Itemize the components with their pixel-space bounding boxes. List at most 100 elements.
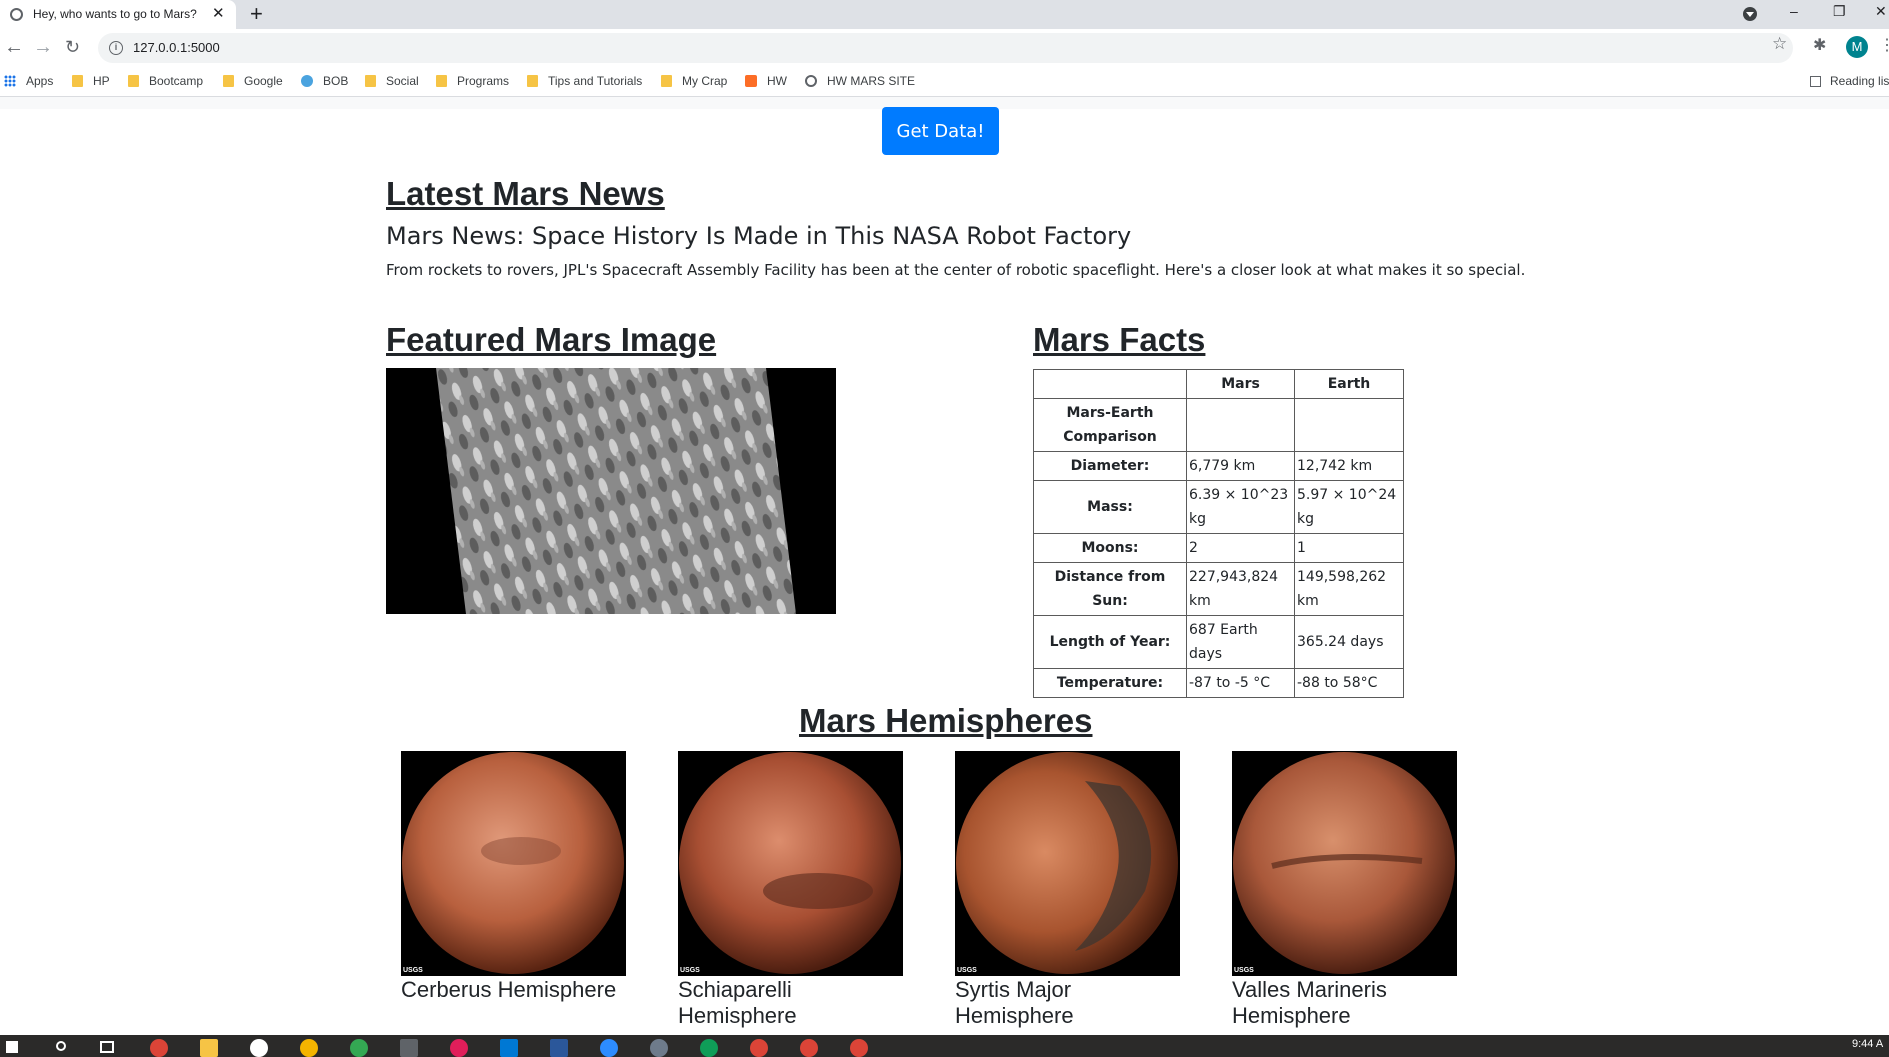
forward-arrow-icon[interactable]: → [33, 36, 53, 59]
site-info-icon[interactable]: i [109, 41, 123, 55]
facts-heading: Mars Facts [1033, 321, 1206, 358]
app-icon[interactable] [700, 1039, 718, 1057]
table-row: Mars-Earth Comparison [1033, 398, 1404, 452]
mars-value: 6,779 km [1186, 451, 1295, 481]
reload-icon[interactable]: ↻ [65, 37, 80, 58]
apps-grid-icon [4, 75, 16, 87]
mars-value: 2 [1186, 533, 1295, 563]
bookmark-bootcamp[interactable]: Bootcamp [128, 74, 203, 88]
table-row: Temperature: -87 to -5 °C -88 to 58°C [1033, 668, 1404, 698]
globe-icon [805, 75, 817, 87]
bookmark-label: Apps [26, 74, 54, 88]
usgs-badge: USGS [1234, 967, 1254, 974]
mars-value [1186, 398, 1295, 452]
tab-title: Hey, who wants to go to Mars? [33, 7, 197, 21]
hemispheres-heading: Mars Hemispheres [799, 702, 1093, 739]
planet-svg [956, 752, 1178, 974]
folder-icon [72, 75, 83, 87]
bookmark-apps[interactable]: Apps [4, 74, 53, 88]
folder-icon [436, 75, 447, 87]
folder-icon [128, 75, 139, 87]
reading-list-label: Reading lis [1830, 74, 1889, 88]
mars-facts-table: Mars Earth Mars-Earth Comparison Diamete… [1033, 369, 1404, 698]
news-heading: Latest Mars News [386, 175, 665, 212]
row-label: Temperature: [1033, 668, 1187, 698]
new-tab-button[interactable]: + [250, 1, 263, 27]
chrome-taskbar-icon[interactable] [750, 1039, 768, 1057]
bookmark-my-crap[interactable]: My Crap [661, 74, 727, 88]
tab-search-icon[interactable] [1743, 7, 1757, 21]
dune-image-svg [386, 368, 836, 614]
planet-svg [402, 752, 624, 974]
hemisphere-card-syrtis-major: USGS Syrtis Major Hemisphere [955, 751, 1185, 1029]
search-icon[interactable] [56, 1041, 66, 1051]
url-text[interactable]: 127.0.0.1:5000 [133, 40, 220, 55]
chrome-taskbar-icon[interactable] [850, 1039, 868, 1057]
chrome-taskbar-icon[interactable] [800, 1039, 818, 1057]
back-arrow-icon[interactable]: ← [4, 36, 24, 59]
bookmark-star-icon[interactable]: ☆ [1772, 34, 1787, 54]
address-bar[interactable]: i 127.0.0.1:5000 [98, 33, 1793, 63]
windows-taskbar: 9:44 A [0, 1035, 1889, 1057]
usgs-badge: USGS [403, 967, 423, 974]
close-window-button[interactable]: ✕ [1875, 3, 1887, 20]
app-icon[interactable] [650, 1039, 668, 1057]
hemisphere-card-schiaparelli: USGS Schiaparelli Hemisphere [678, 751, 908, 1029]
bookmark-hw-mars-site[interactable]: HW MARS SITE [805, 74, 915, 88]
earth-value [1294, 398, 1404, 452]
reading-list[interactable]: Reading lis [1810, 74, 1889, 88]
browser-menu-icon[interactable]: ⋮ [1879, 35, 1889, 55]
bookmark-programs[interactable]: Programs [436, 74, 509, 88]
valles-marineris-image: USGS [1232, 751, 1457, 976]
file-explorer-icon[interactable] [200, 1039, 218, 1057]
vscode-icon[interactable] [500, 1039, 518, 1057]
app-icon[interactable] [250, 1039, 268, 1057]
word-icon[interactable] [550, 1039, 568, 1057]
earth-value: -88 to 58°C [1294, 668, 1404, 698]
bookmark-label: BOB [323, 74, 349, 88]
zoom-icon[interactable] [600, 1039, 618, 1057]
table-header-row: Mars Earth [1033, 369, 1404, 399]
mars-value: -87 to -5 °C [1186, 668, 1295, 698]
globe-icon [10, 8, 23, 21]
app-icon[interactable] [350, 1039, 368, 1057]
app-icon[interactable] [400, 1039, 418, 1057]
table-row: Mass: 6.39 × 10^23 kg 5.97 × 10^24 kg [1033, 480, 1404, 534]
slack-icon[interactable] [450, 1039, 468, 1057]
restore-button[interactable]: ❐ [1833, 3, 1846, 20]
planet-svg [679, 752, 901, 974]
close-tab-icon[interactable]: ✕ [212, 4, 225, 22]
bookmark-bob[interactable]: BOB [301, 74, 348, 88]
profile-avatar[interactable]: M [1846, 36, 1868, 58]
page-viewport: Get Data! Latest Mars News Mars News: Sp… [0, 97, 1889, 1035]
task-view-icon[interactable] [100, 1041, 114, 1053]
chrome-taskbar-icon[interactable] [150, 1039, 168, 1057]
bookmark-hp[interactable]: HP [72, 74, 110, 88]
bookmark-hw[interactable]: HW [745, 74, 787, 88]
earth-value: 5.97 × 10^24 kg [1294, 480, 1404, 534]
row-label: Distance from Sun: [1033, 562, 1187, 616]
news-title: Mars News: Space History Is Made in This… [386, 222, 1132, 250]
minimize-button[interactable]: – [1790, 3, 1798, 19]
bookmark-label: Bootcamp [149, 74, 204, 88]
row-label: Diameter: [1033, 451, 1187, 481]
bookmark-tips[interactable]: Tips and Tutorials [527, 74, 642, 88]
earth-value: 365.24 days [1294, 615, 1404, 669]
hemisphere-name: Valles Marineris Hemisphere [1232, 977, 1387, 1028]
extensions-icon[interactable]: ✱ [1813, 35, 1826, 55]
mars-value: 227,943,824 km [1186, 562, 1295, 616]
bookmark-social[interactable]: Social [365, 74, 419, 88]
folder-icon [223, 75, 234, 87]
reading-list-icon [1810, 76, 1821, 87]
browser-tab[interactable]: Hey, who wants to go to Mars? ✕ [0, 0, 236, 29]
get-data-button[interactable]: Get Data! [882, 107, 999, 155]
news-teaser: From rockets to rovers, JPL's Spacecraft… [386, 261, 1526, 279]
app-icon[interactable] [300, 1039, 318, 1057]
folder-icon [365, 75, 376, 87]
bookmark-google[interactable]: Google [223, 74, 283, 88]
bookmark-label: HW [767, 74, 787, 88]
mars-value: 687 Earth days [1186, 615, 1295, 669]
earth-value: 1 [1294, 533, 1404, 563]
windows-start-icon[interactable] [6, 1041, 18, 1053]
table-header-cell: Mars [1186, 369, 1295, 399]
